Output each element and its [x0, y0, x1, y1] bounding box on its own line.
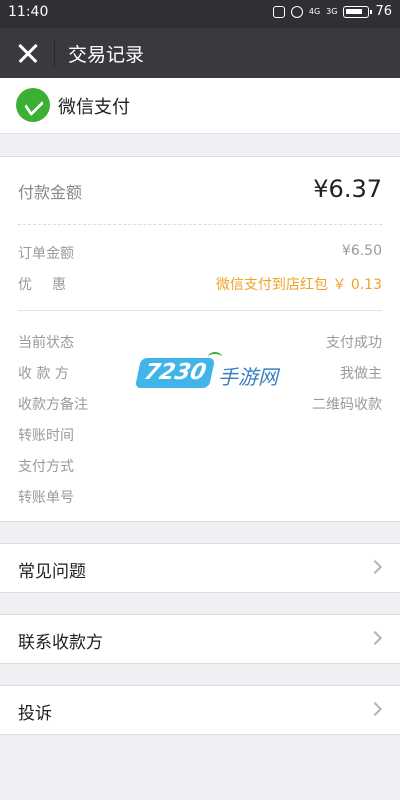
watermark-logo: 7230 手游网	[134, 352, 288, 396]
status-time: 11:40	[8, 4, 49, 20]
vibrate-icon	[272, 5, 285, 18]
page-title: 交易记录	[68, 44, 145, 66]
menu-item-label: 联系收款方	[18, 633, 103, 653]
payee-value: 我做主	[340, 366, 382, 382]
menu-item-complaint[interactable]: 投诉	[0, 685, 400, 735]
alarm-icon	[290, 5, 303, 18]
nav-bar: 交易记录	[0, 28, 400, 78]
signal-4g: 4G	[308, 7, 321, 16]
section-divider	[18, 310, 382, 311]
amount-value: ¥6.37	[313, 175, 382, 203]
menu-item-contact-payee[interactable]: 联系收款方	[0, 614, 400, 664]
menu-item-faq[interactable]: 常见问题	[0, 543, 400, 593]
merchant-header: 微信支付	[0, 78, 400, 134]
transfer-time-row: 转账时间	[18, 425, 382, 449]
transfer-number-label: 转账单号	[18, 490, 74, 506]
payment-method-row: 支付方式	[18, 456, 382, 480]
merchant-name: 微信支付	[58, 97, 130, 118]
wechat-pay-icon	[16, 88, 50, 122]
order-amount-label: 订单金额	[18, 246, 74, 262]
payee-note-row: 收款方备注 二维码收款	[18, 394, 382, 418]
dashed-divider	[18, 224, 382, 225]
menu-item-label: 投诉	[18, 704, 52, 724]
nav-divider	[54, 38, 55, 68]
amount-label: 付款金额	[18, 183, 83, 202]
payee-note-value: 二维码收款	[312, 397, 382, 413]
payment-method-label: 支付方式	[18, 459, 74, 475]
battery-level: 76	[375, 4, 392, 19]
watermark-number: 7230	[134, 358, 216, 388]
discount-row: 优惠 微信支付到店红包 ￥ 0.13	[18, 274, 382, 298]
chevron-right-icon	[367, 559, 383, 575]
order-amount-row: 订单金额 ¥6.50	[18, 243, 382, 267]
status-label: 当前状态	[18, 335, 74, 351]
chevron-right-icon	[367, 701, 383, 717]
close-icon[interactable]	[14, 39, 42, 67]
menu-item-label: 常见问题	[18, 562, 86, 582]
signal-3g: 3G	[326, 7, 338, 16]
status-bar: 11:40 4G 3G 76	[0, 0, 400, 28]
transaction-detail-card: 付款金额 ¥6.37 订单金额 ¥6.50 优惠 微信支付到店红包 ￥ 0.13…	[0, 156, 400, 522]
watermark-text: 手游网	[218, 365, 278, 389]
order-amount-value: ¥6.50	[341, 243, 382, 259]
transfer-number-row: 转账单号	[18, 487, 382, 511]
transfer-time-label: 转账时间	[18, 428, 74, 444]
chevron-right-icon	[367, 630, 383, 646]
payee-label: 收 款 方	[18, 366, 69, 382]
payee-note-label: 收款方备注	[18, 397, 88, 413]
status-icons: 4G 3G 76	[272, 4, 392, 19]
discount-label: 优惠	[18, 277, 86, 293]
status-value: 支付成功	[326, 335, 382, 351]
discount-value: 微信支付到店红包 ￥ 0.13	[215, 277, 382, 293]
battery-icon	[343, 5, 373, 18]
